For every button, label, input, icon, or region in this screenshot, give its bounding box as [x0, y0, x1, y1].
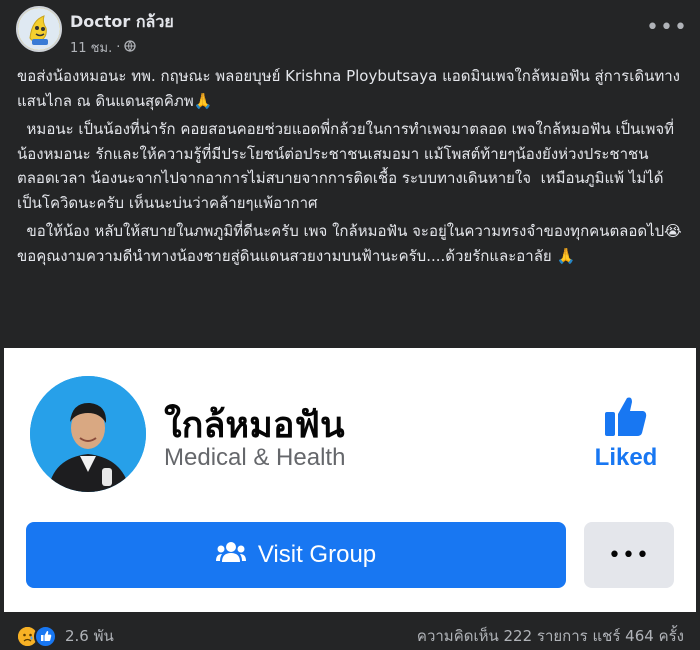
more-horizontal-icon: ••• [646, 14, 688, 40]
liked-label: Liked [594, 444, 658, 471]
page-profile-photo[interactable] [30, 376, 146, 492]
like-reaction-icon [34, 624, 57, 648]
post-meta: 11 ชม. · [70, 37, 136, 58]
post-footer: 2.6 พัน ความคิดเห็น 222 รายการ แชร์ 464 … [16, 620, 684, 648]
reactions-summary[interactable]: 2.6 พัน [16, 624, 114, 648]
visit-group-button[interactable]: Visit Group [26, 522, 566, 588]
page-category: Medical & Health [164, 444, 346, 471]
globe-icon [124, 39, 136, 56]
facebook-post: Doctor กล้วย 11 ชม. · ••• ขอส่งน้องหมอนะ… [0, 0, 700, 650]
card-more-button[interactable]: ••• [584, 522, 674, 588]
author-avatar[interactable] [16, 6, 62, 52]
visit-group-label: Visit Group [257, 541, 377, 568]
group-icon [215, 541, 246, 570]
author-name[interactable]: Doctor กล้วย [70, 10, 174, 35]
liked-button[interactable]: Liked [578, 394, 674, 472]
thumbs-up-icon [578, 394, 674, 442]
post-paragraph: หมอนะ เป็นน้องที่น่ารัก คอยสอนคอยช่วยแอด… [17, 120, 675, 212]
more-horizontal-icon: ••• [608, 542, 650, 568]
comments-shares-count[interactable]: ความคิดเห็น 222 รายการ แชร์ 464 ครั้ง [417, 624, 684, 648]
post-header: Doctor กล้วย 11 ชม. · ••• [16, 6, 687, 58]
meta-separator: · [116, 40, 121, 55]
post-paragraph: ขอให้น้อง หลับให้สบายในภพภูมิที่ดีนะครับ… [17, 222, 687, 265]
reaction-count[interactable]: 2.6 พัน [65, 624, 114, 648]
post-time[interactable]: 11 ชม. [70, 37, 112, 58]
post-paragraph: ขอส่งน้องหมอนะ ทพ. กฤษณะ พลอยบุษย์ Krish… [17, 67, 680, 110]
group-preview-card[interactable]: ใกล้หมอฟัน Medical & Health Liked Visit … [4, 348, 696, 612]
post-text: ขอส่งน้องหมอนะ ทพ. กฤษณะ พลอยบุษย์ Krish… [17, 64, 685, 272]
post-more-button[interactable]: ••• [646, 10, 687, 44]
